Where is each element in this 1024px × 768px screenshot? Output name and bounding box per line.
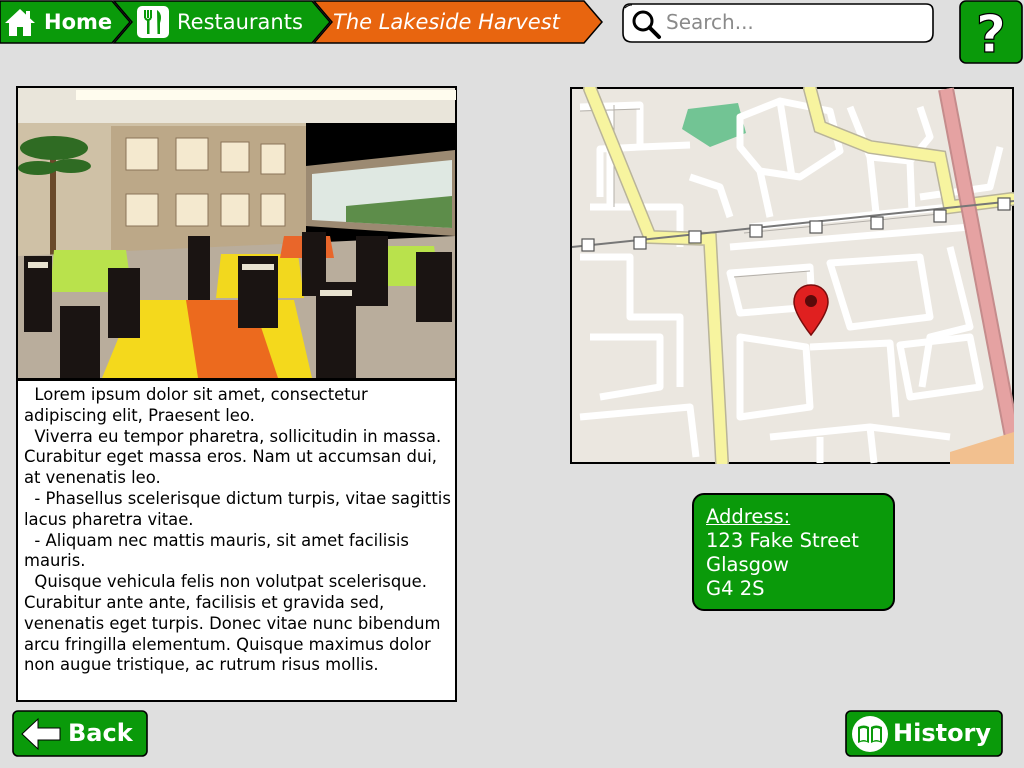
description-paragraph: Quisque vehicula felis non volutpat scel… [24,572,446,675]
map-pin-icon [793,284,829,336]
history-label: History [893,719,992,747]
description-paragraph: Viverra eu tempor pharetra, sollicitudin… [24,426,447,488]
question-mark-icon: ? [959,0,1023,65]
crumb-home[interactable]: Home [0,0,128,44]
search-box[interactable] [622,3,934,43]
address-line: G4 2S [706,577,765,600]
address-card: Address: 123 Fake Street Glasgow G4 2S [692,493,895,611]
help-button[interactable]: ? [959,0,1023,65]
address-line: 123 Fake Street [706,529,859,552]
back-arrow-icon [20,717,62,751]
back-label: Back [68,719,133,747]
description-paragraph: Lorem ipsum dolor sit amet, consectetur … [24,385,373,425]
crumb-current: The Lakeside Harvest [314,0,604,44]
help-label: ? [976,5,1006,65]
description-paragraph: - Aliquam nec mattis mauris, sit amet fa… [24,530,415,571]
crumb-restaurants[interactable]: Restaurants [130,0,314,44]
breadcrumb: Home Restaurants The Lakeside Harvest [0,0,605,44]
home-icon [4,6,36,38]
crumb-restaurants-label: Restaurants [177,10,303,34]
search-icon [630,8,662,40]
back-button[interactable]: Back [12,710,148,758]
crumb-home-label: Home [44,10,113,34]
search-input[interactable] [666,7,924,37]
restaurant-description: Lorem ipsum dolor sit amet, consectetur … [16,379,457,702]
restaurant-photo [16,86,457,380]
location-map[interactable] [570,87,1014,464]
history-button[interactable]: History [845,710,1003,758]
address-title: Address: [706,505,791,528]
description-paragraph: - Phasellus scelerisque dictum turpis, v… [24,488,457,529]
crumb-current-label: The Lakeside Harvest [333,10,560,34]
fork-knife-icon [136,5,170,39]
address-line: Glasgow [706,553,789,576]
book-icon [851,715,889,753]
